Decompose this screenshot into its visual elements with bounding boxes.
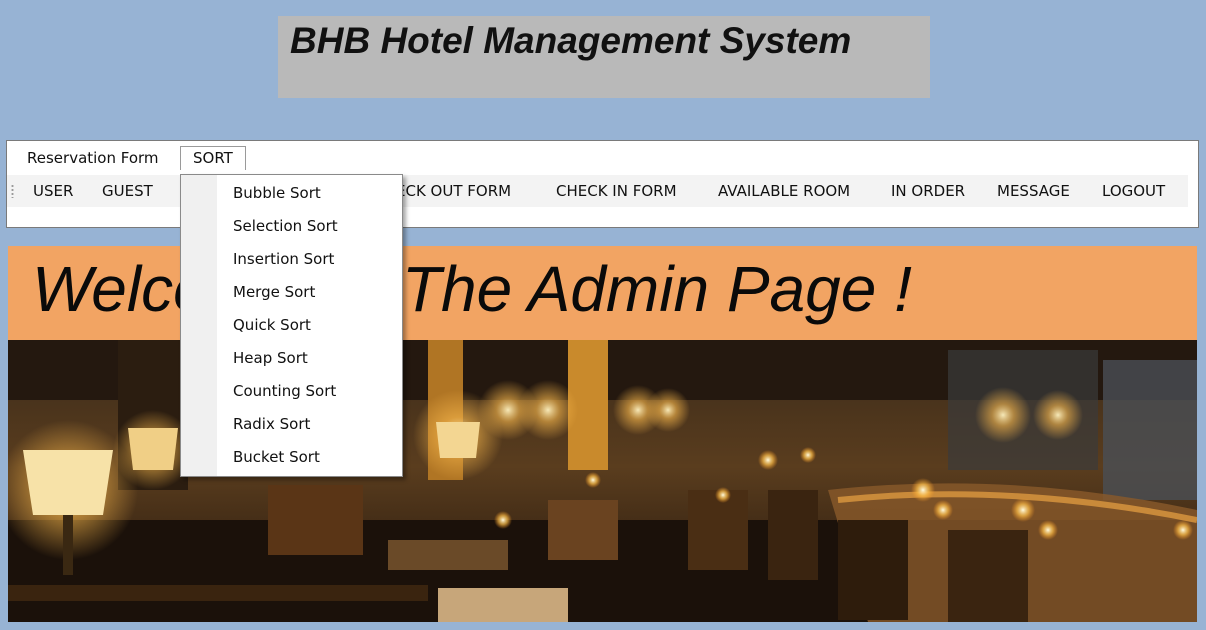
menu-item-counting-sort[interactable]: Counting Sort <box>233 375 336 408</box>
toolbar-guest-button[interactable]: GUEST <box>102 179 153 203</box>
menu-item-heap-sort[interactable]: Heap Sort <box>233 342 308 375</box>
menu-sort[interactable]: SORT <box>180 146 246 170</box>
menu-item-selection-sort[interactable]: Selection Sort <box>233 210 338 243</box>
toolbar-check-out-form-button[interactable]: ECK OUT FORM <box>396 179 511 203</box>
toolbar-check-in-form-button[interactable]: CHECK IN FORM <box>556 179 677 203</box>
toolbar-available-room-button[interactable]: AVAILABLE ROOM <box>718 179 850 203</box>
menu-item-merge-sort[interactable]: Merge Sort <box>233 276 315 309</box>
toolbar-logout-button[interactable]: LOGOUT <box>1102 179 1165 203</box>
menu-bar: Reservation Form SORT <box>7 141 1198 175</box>
toolbar-user-button[interactable]: USER <box>33 179 73 203</box>
menu-item-insertion-sort[interactable]: Insertion Sort <box>233 243 334 276</box>
welcome-text: Welcome To The Admin Page ! <box>32 253 912 325</box>
dropdown-icon-gutter <box>181 175 217 476</box>
toolbar-message-button[interactable]: MESSAGE <box>997 179 1070 203</box>
menu-item-radix-sort[interactable]: Radix Sort <box>233 408 310 441</box>
sort-dropdown-menu: Bubble Sort Selection Sort Insertion Sor… <box>180 174 403 477</box>
menu-item-bucket-sort[interactable]: Bucket Sort <box>233 441 320 474</box>
app-title: BHB Hotel Management System <box>290 20 852 61</box>
toolbar-in-order-button[interactable]: IN ORDER <box>891 179 965 203</box>
menu-reservation-form[interactable]: Reservation Form <box>15 146 171 170</box>
toolbar-grip-icon[interactable] <box>11 184 14 198</box>
menu-item-quick-sort[interactable]: Quick Sort <box>233 309 311 342</box>
title-panel: BHB Hotel Management System <box>278 16 930 98</box>
menu-item-bubble-sort[interactable]: Bubble Sort <box>233 177 321 210</box>
